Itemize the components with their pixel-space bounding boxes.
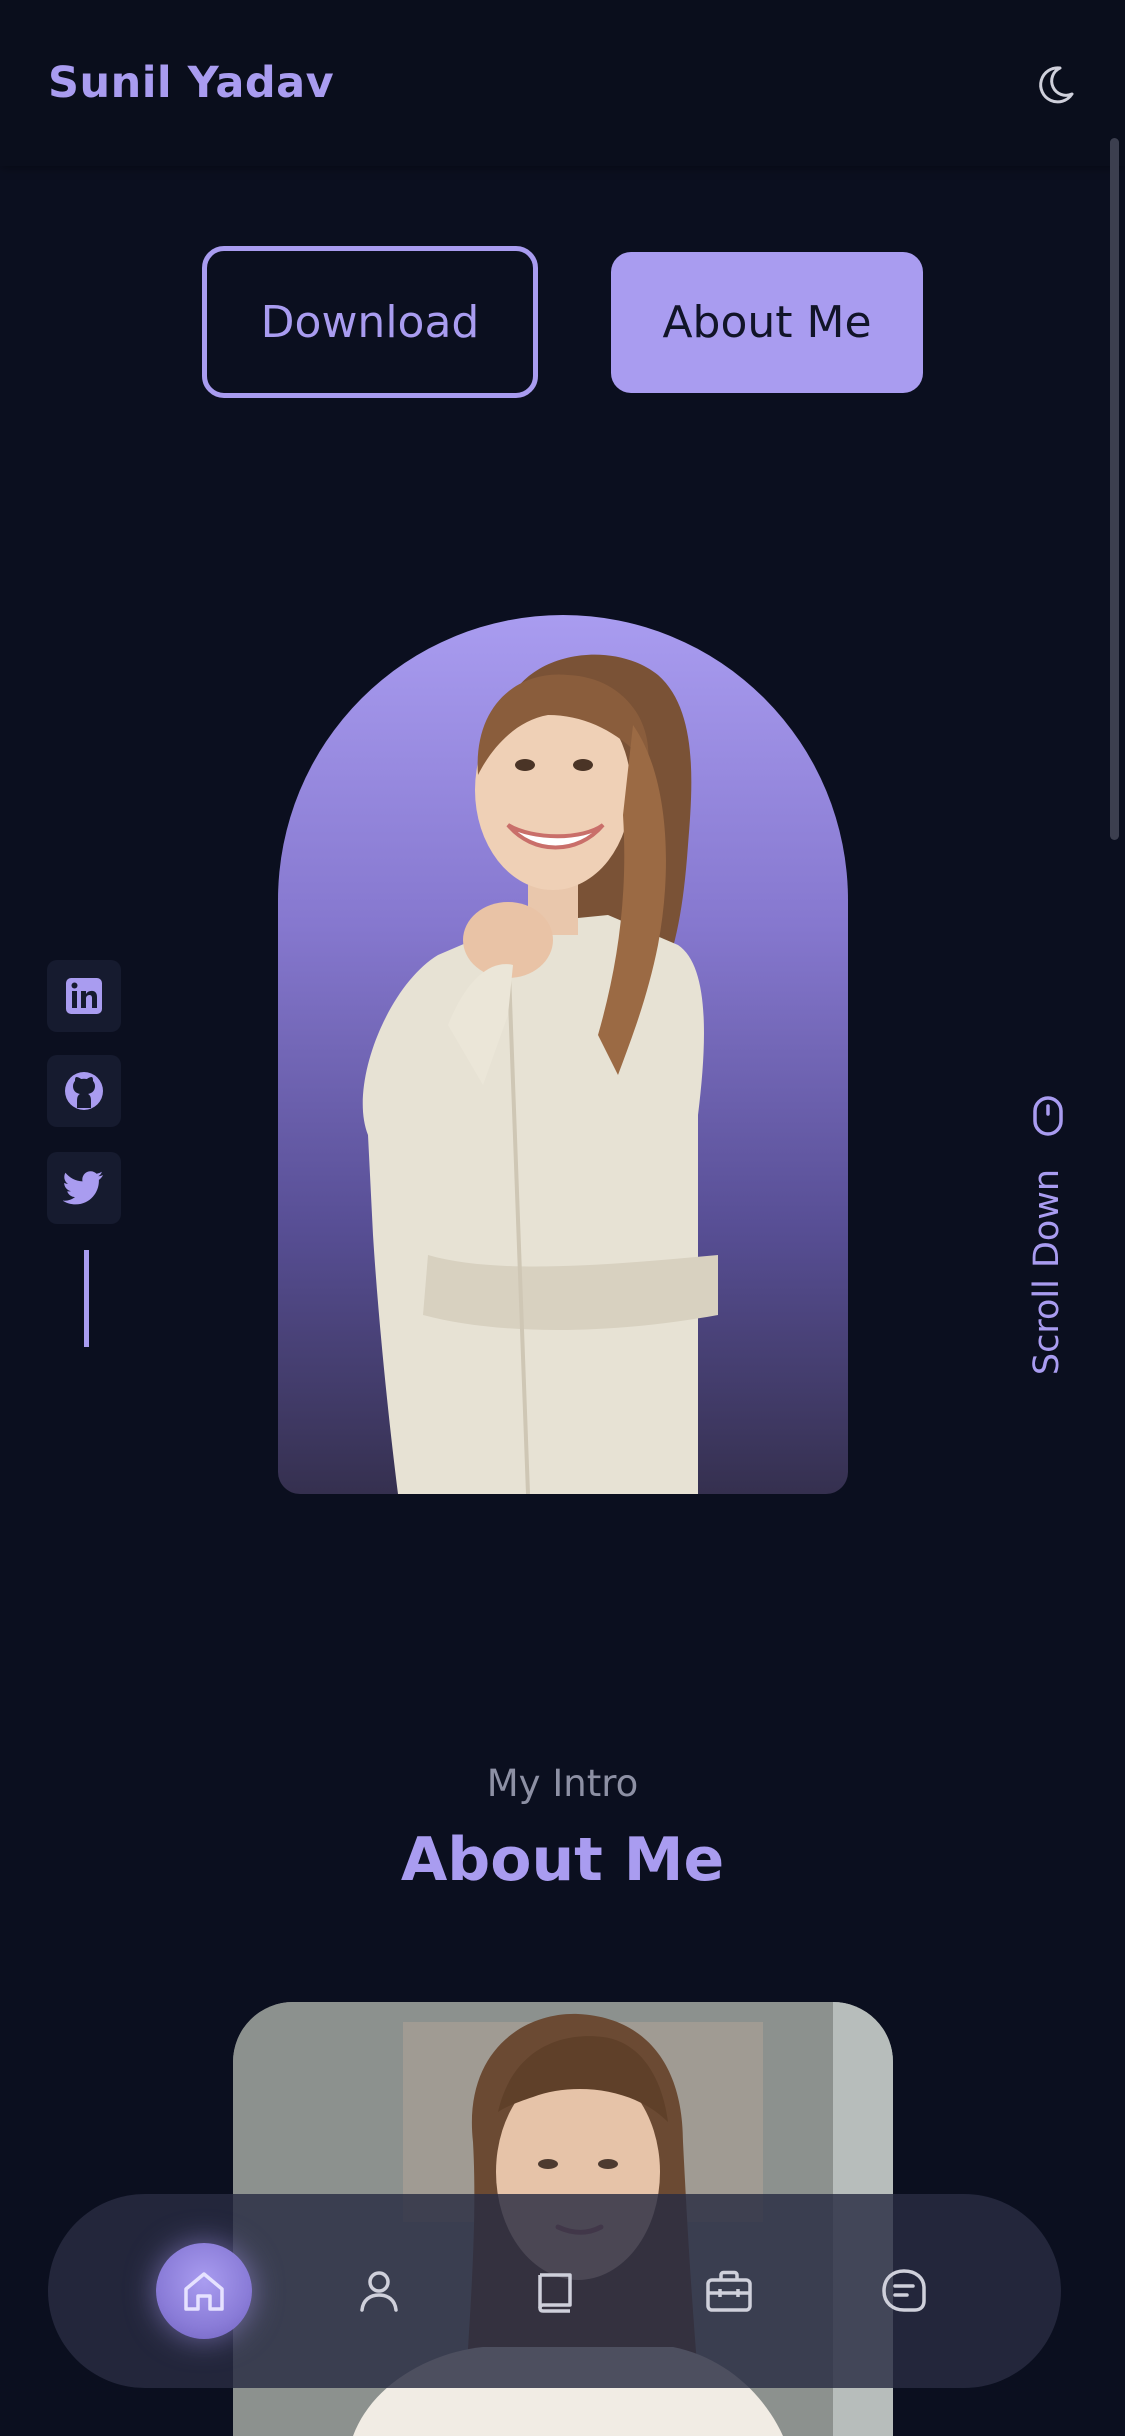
- github-icon: [65, 1072, 103, 1110]
- scrollbar[interactable]: [1110, 138, 1119, 840]
- logo[interactable]: Sunil Yadav: [48, 58, 334, 108]
- briefcase-icon: [706, 2270, 752, 2312]
- nav-home[interactable]: [156, 2243, 252, 2339]
- nav-contact[interactable]: [856, 2243, 952, 2339]
- message-icon: [882, 2269, 926, 2312]
- home-icon: [184, 2272, 224, 2311]
- twitter-icon: [63, 1171, 103, 1205]
- linkedin-icon: [66, 978, 102, 1014]
- social-twitter[interactable]: [47, 1152, 121, 1224]
- scroll-down-label[interactable]: Scroll Down: [1027, 1169, 1067, 1375]
- book-icon: [538, 2273, 572, 2313]
- moon-icon[interactable]: [1030, 60, 1080, 110]
- download-button[interactable]: Download: [202, 246, 538, 398]
- nav-about[interactable]: [331, 2243, 427, 2339]
- mouse-icon: [1033, 1096, 1063, 1136]
- nav-qualifications[interactable]: [506, 2243, 602, 2339]
- about-me-button[interactable]: About Me: [611, 252, 923, 393]
- bottom-nav: [48, 2194, 1061, 2388]
- nav-services[interactable]: [681, 2243, 777, 2339]
- hero-photo: [278, 615, 848, 1494]
- social-linkedin[interactable]: [47, 960, 121, 1032]
- user-icon: [360, 2271, 398, 2312]
- header: Sunil Yadav: [0, 0, 1125, 166]
- section-title: About Me: [400, 1825, 725, 1895]
- social-divider: [84, 1250, 89, 1347]
- section-subtitle: My Intro: [486, 1762, 639, 1805]
- social-github[interactable]: [47, 1055, 121, 1127]
